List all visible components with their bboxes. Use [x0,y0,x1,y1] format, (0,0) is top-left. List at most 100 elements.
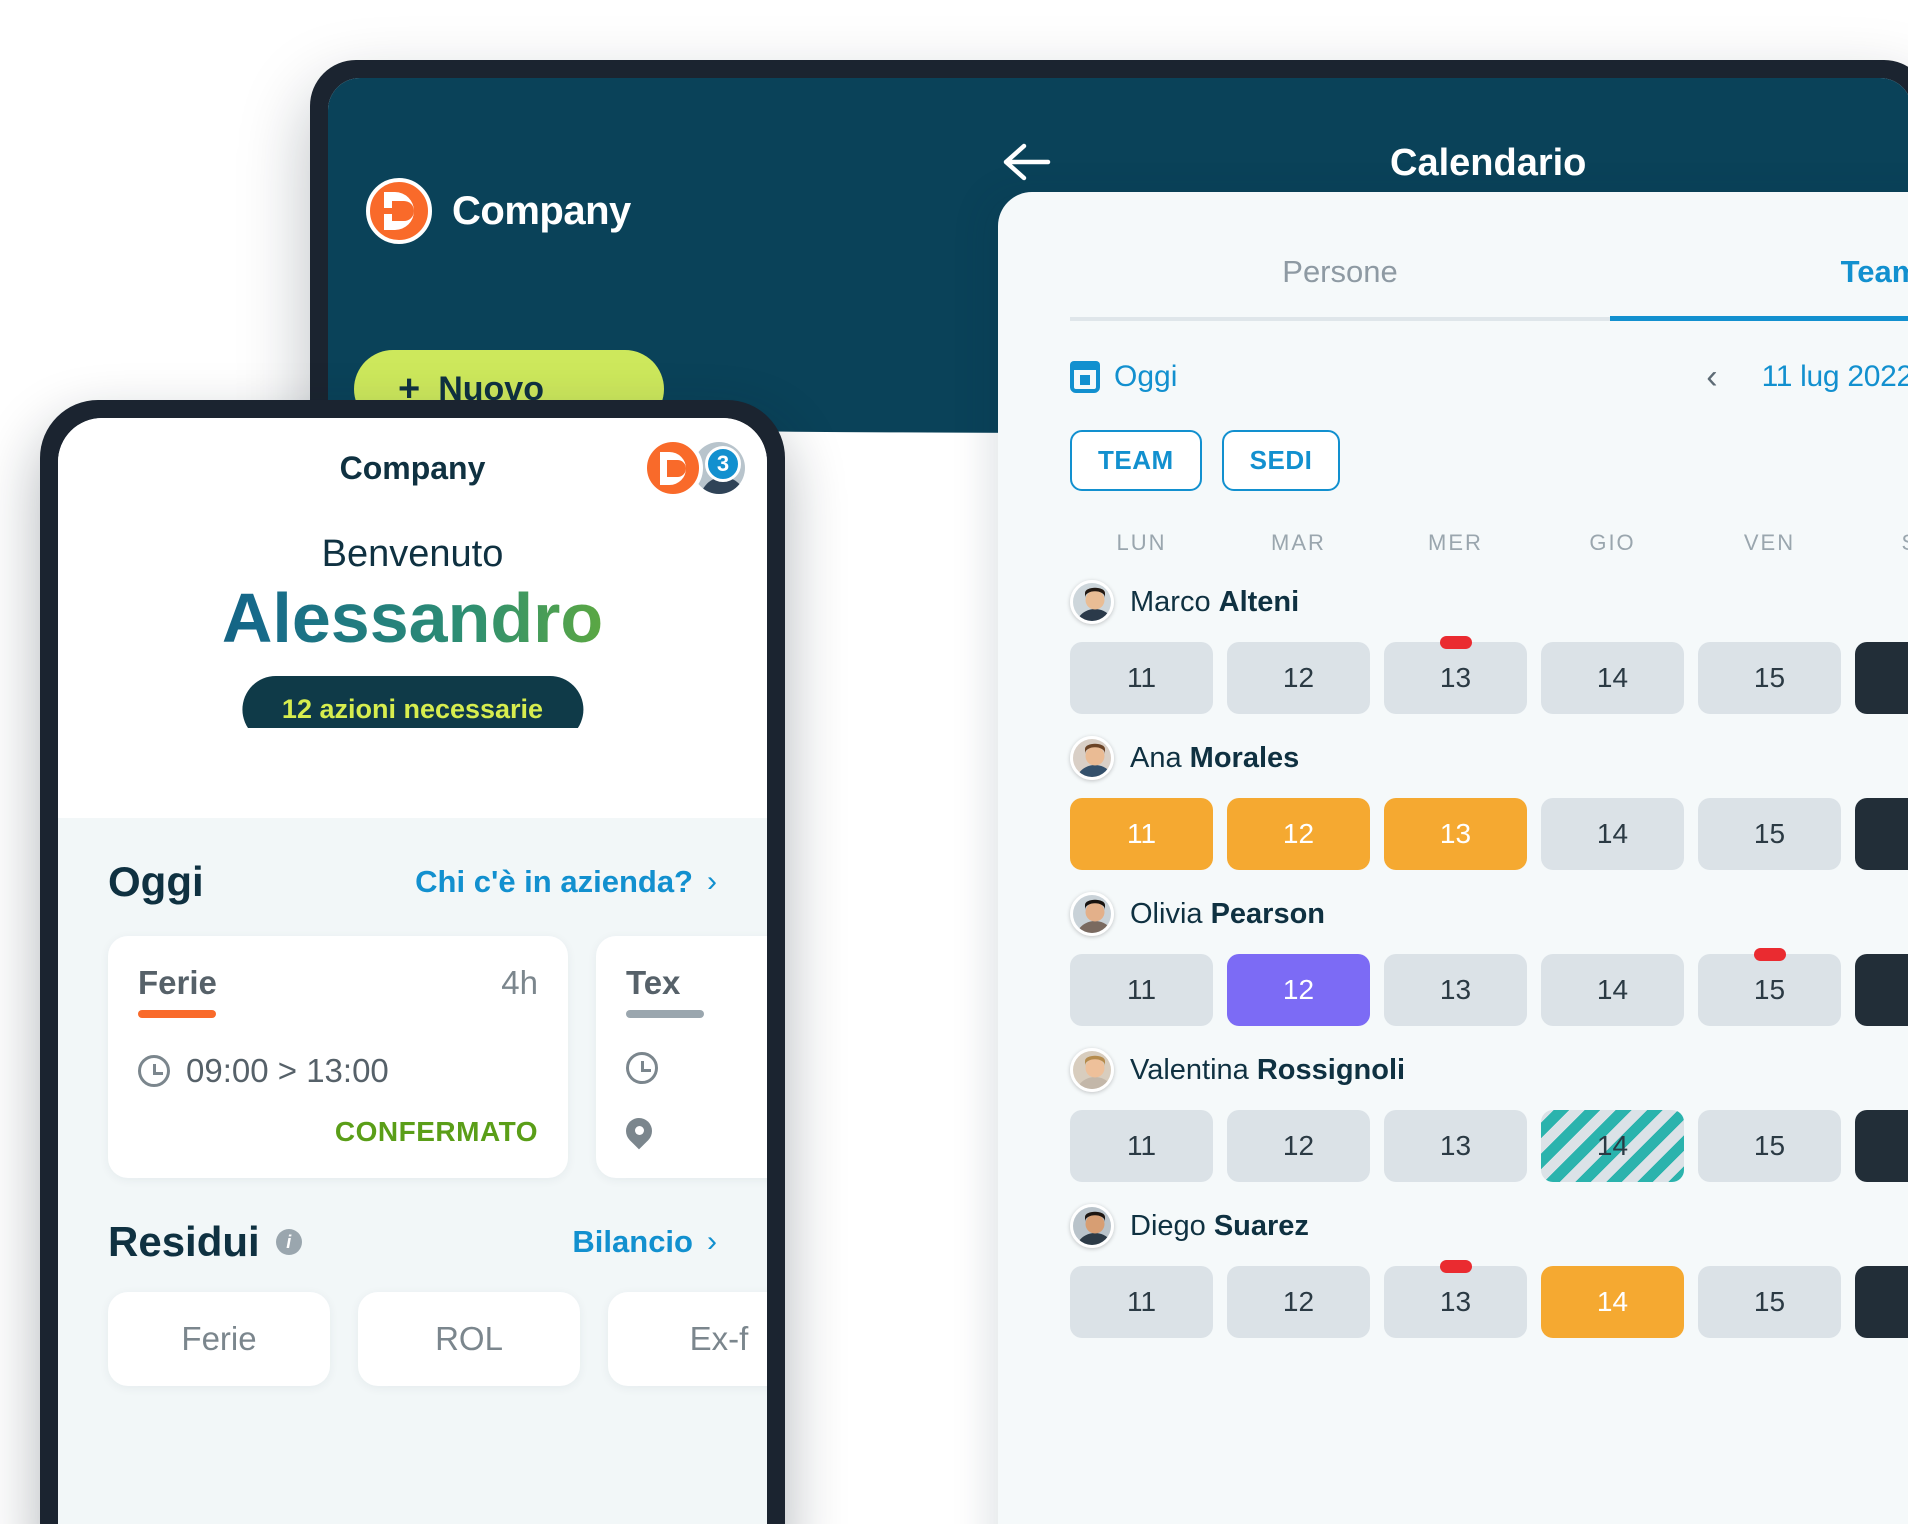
weekday-ven: VEN [1743,530,1796,555]
calendar-tabs: Persone Team [1070,254,1908,321]
who-is-in-office-link[interactable]: Chi c'è in azienda? › [415,864,717,900]
today-button-label: Oggi [1114,360,1178,393]
today-card-top: Tex [626,964,767,1018]
calendar-day-cell[interactable]: 11 [1070,954,1213,1026]
welcome-label: Benvenuto [321,533,504,575]
chevron-left-icon[interactable]: ‹ [1706,360,1717,394]
avatar[interactable] [1070,1048,1114,1092]
calendar-day-cell[interactable]: 16 [1855,1110,1908,1182]
chevron-right-icon: › [707,1225,717,1258]
tab-persone[interactable]: Persone [1070,254,1610,321]
calendar-day-cell[interactable]: 11 [1070,798,1213,870]
calendar-day-cell[interactable]: 15 [1698,1110,1841,1182]
weekday-sab: SAB [1855,530,1908,556]
calendar-person-row: Marco Alteni 11121314151617 [1070,580,1908,714]
today-button[interactable]: Oggi [1070,360,1177,394]
brand-name: Company [452,188,631,233]
calendar-day-cell[interactable]: 14 [1541,642,1684,714]
back-arrow-icon[interactable] [998,140,1052,184]
calendar-day-cell[interactable]: 12 [1227,954,1370,1026]
residui-card-exf[interactable]: Ex-f [608,1292,767,1386]
calendar-panel: Persone Team Oggi ‹ 11 lug 2022 > 17 lug… [998,192,1908,1524]
residui-card-label: Ex-f [689,1320,749,1357]
calendar-person-row: Diego Suarez 11121314151617 [1070,1204,1908,1338]
phone-company-name: Company [339,450,486,486]
residui-card-label: ROL [435,1320,503,1357]
calendar-day-cell[interactable]: 16 [1855,1266,1908,1338]
calendar-day-cell[interactable]: 15 [1698,642,1841,714]
calendar-day-cell[interactable]: 14 [1541,1110,1684,1182]
weekday-lun: LUN [1116,530,1167,555]
filter-chip-sedi[interactable]: SEDI [1221,430,1341,491]
calendar-day-cell[interactable]: 13 [1384,1260,1527,1338]
calendar-day-cell[interactable]: 15 [1698,1266,1841,1338]
person-header: Valentina Rossignoli [1070,1048,1908,1092]
calendar-day-cell[interactable]: 12 [1227,1266,1370,1338]
avatar[interactable] [1070,736,1114,780]
calendar-person-row: Ana Morales 11121314151617 [1070,736,1908,870]
residui-card-rol[interactable]: ROL [358,1292,580,1386]
calendar-day-cell[interactable]: 11 [1070,1266,1213,1338]
calendar-day-cell[interactable]: 11 [1070,642,1213,714]
calendar-day-cell[interactable]: 12 [1227,1110,1370,1182]
calendar-day-cell[interactable]: 13 [1384,636,1527,714]
calendar-day-cell[interactable]: 15 [1698,948,1841,1026]
date-range-label: 11 lug 2022 > 17 lug 2022 [1761,360,1908,393]
calendar-day-cell[interactable]: 11 [1070,1110,1213,1182]
calendar-filters: TEAM SEDI [1070,430,1341,491]
person-header: Olivia Pearson [1070,892,1908,936]
calendar-day-cell[interactable]: 16 [1855,954,1908,1026]
avatar[interactable] [1070,892,1114,936]
person-day-grid: 11121314151617 [1070,1110,1908,1182]
calendar-day-cell[interactable]: 16 [1855,642,1908,714]
bilancio-link[interactable]: Bilancio › [572,1224,717,1260]
info-icon[interactable]: i [275,1229,302,1255]
calendar-rows: Marco Alteni11121314151617Ana Morales111… [1070,580,1908,1360]
today-card-time-row [626,1052,767,1084]
today-card-top: Ferie 4h [138,964,538,1018]
residui-section-header: Residui i Bilancio › [58,1218,767,1266]
weekday-gio: GIO [1589,530,1636,555]
calendar-day-cell[interactable]: 12 [1227,642,1370,714]
avatar[interactable] [1070,1204,1114,1248]
day-event-dot [1439,1260,1472,1273]
calendar-day-cell[interactable]: 14 [1541,1266,1684,1338]
calendar-day-cell[interactable]: 13 [1384,1110,1527,1182]
calendar-day-cell[interactable]: 12 [1227,798,1370,870]
tab-team[interactable]: Team [1610,254,1908,321]
person-name: Diego Suarez [1130,1209,1309,1242]
bilancio-label: Bilancio [572,1224,693,1259]
calendar-day-cell[interactable]: 16 [1855,798,1908,870]
residui-card-label: Ferie [181,1320,257,1357]
residui-card-ferie[interactable]: Ferie [108,1292,330,1386]
phone-screen: Company 3 Benvenuto Alessandro 12 azioni… [58,418,767,1524]
today-section-title: Oggi [108,858,204,905]
person-name: Ana Morales [1130,741,1300,774]
calendar-day-cell[interactable]: 13 [1384,798,1527,870]
phone-device-frame: Company 3 Benvenuto Alessandro 12 azioni… [40,400,785,1524]
calendar-day-cell[interactable]: 15 [1698,798,1841,870]
today-card-type: Tex [626,964,681,1001]
calendar-person-row: Valentina Rossignoli 11121314151617 [1070,1048,1908,1182]
weekday-mer: MER [1428,530,1483,555]
today-card-accent-bar [626,1010,704,1018]
calendar-icon [1070,361,1100,393]
phone-avatar-group[interactable]: 3 [643,438,749,498]
location-pin-icon [626,1118,652,1150]
today-card-tex[interactable]: Tex [596,936,767,1178]
calendar-day-cell[interactable]: 13 [1384,954,1527,1026]
notification-badge: 3 [705,446,741,482]
weekday-header: LUN MAR MER GIO VEN SAB DOM [1070,530,1908,556]
calendar-day-cell[interactable]: 14 [1541,954,1684,1026]
person-header: Ana Morales [1070,736,1908,780]
person-header: Diego Suarez [1070,1204,1908,1248]
clock-icon [138,1055,170,1087]
person-header: Marco Alteni [1070,580,1908,624]
person-name: Marco Alteni [1130,585,1300,618]
avatar[interactable] [1070,580,1114,624]
page-title: Calendario [1390,142,1587,184]
today-card-ferie[interactable]: Ferie 4h 09:00 > 13:00 CONFERMATO [108,936,568,1178]
calendar-day-cell[interactable]: 14 [1541,798,1684,870]
company-d-logo-icon [643,438,703,498]
filter-chip-team[interactable]: TEAM [1070,430,1202,491]
